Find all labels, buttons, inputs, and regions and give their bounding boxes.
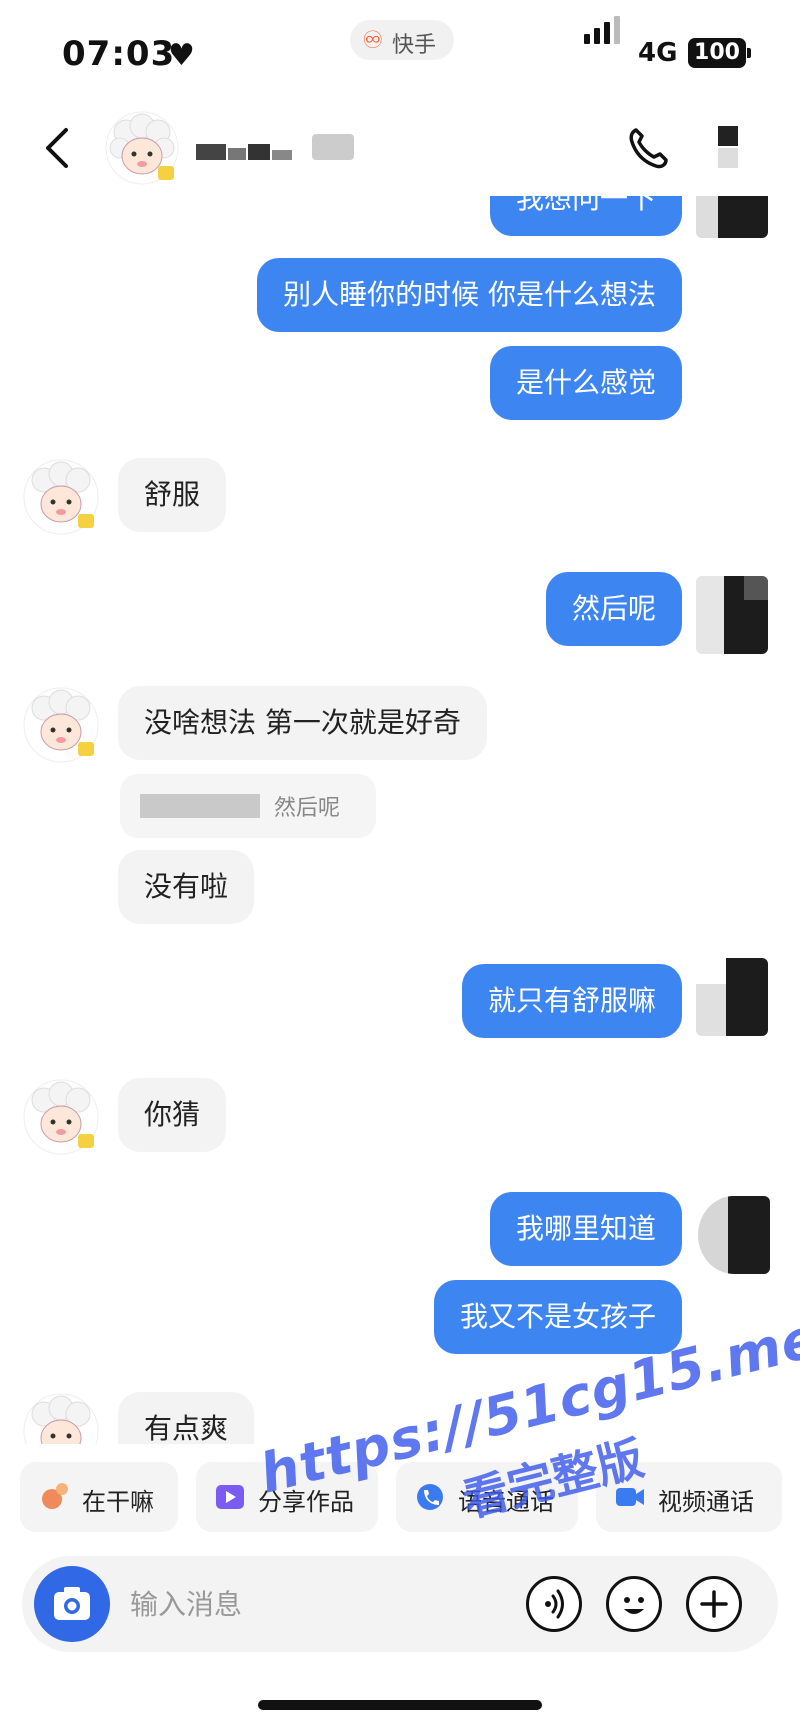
- self-avatar[interactable]: [696, 958, 768, 1036]
- battery-tip: [747, 48, 751, 58]
- message-bubble-them[interactable]: 有点爽: [118, 1392, 255, 1444]
- message-bubble-me[interactable]: 就只有舒服嘛: [461, 964, 682, 1038]
- voice-icon: [545, 1589, 564, 1619]
- camera-icon: [54, 1587, 90, 1620]
- emoji-button[interactable]: [606, 1576, 662, 1632]
- contact-avatar[interactable]: [22, 458, 100, 536]
- contact-avatar[interactable]: [22, 1078, 100, 1156]
- quick-action-label: 视频通话: [658, 1488, 754, 1516]
- voice-call-icon: [417, 1484, 443, 1510]
- contact-avatar[interactable]: [22, 686, 100, 764]
- chat-header: [0, 100, 800, 196]
- wave-icon: [42, 1483, 68, 1509]
- chevron-left-icon[interactable]: [40, 124, 76, 172]
- quick-action-label: 在干嘛: [82, 1488, 154, 1516]
- quick-action-chip[interactable]: 视频通话: [596, 1462, 782, 1532]
- message-bubble-them[interactable]: 没啥想法 第一次就是好奇: [118, 686, 487, 760]
- phone-icon[interactable]: [624, 124, 672, 172]
- video-share-icon: [216, 1485, 244, 1509]
- message-bubble-me[interactable]: 我想问一下: [489, 196, 682, 236]
- contact-avatar[interactable]: [104, 110, 180, 186]
- quoted-text: 然后呢: [274, 796, 341, 821]
- message-bubble-me[interactable]: 我哪里知道: [489, 1192, 682, 1266]
- heart-icon: ♥: [168, 38, 195, 73]
- quoted-reply[interactable]: 然后呢: [120, 774, 376, 838]
- message-bubble-me[interactable]: 我又不是女孩子: [433, 1280, 682, 1354]
- message-bubble-them[interactable]: 没有啦: [118, 850, 255, 924]
- network-type: 4G: [638, 38, 678, 68]
- self-avatar[interactable]: [696, 576, 768, 654]
- quoted-sender-redacted: [140, 794, 260, 818]
- quick-action-chip[interactable]: 在干嘛: [20, 1462, 178, 1532]
- video-call-icon: [616, 1488, 644, 1506]
- self-avatar[interactable]: [698, 1196, 770, 1274]
- emoji-icon: [624, 1597, 644, 1614]
- quick-action-label: 语音通话: [458, 1488, 554, 1516]
- message-bubble-me[interactable]: 是什么感觉: [489, 346, 682, 420]
- message-input[interactable]: [130, 1580, 430, 1628]
- message-bubble-me[interactable]: 然后呢: [545, 572, 682, 646]
- message-bubble-them[interactable]: 你猜: [118, 1078, 227, 1152]
- voice-button[interactable]: [526, 1576, 582, 1632]
- plus-button[interactable]: [686, 1576, 742, 1632]
- message-list[interactable]: 我想问一下 别人睡你的时候 你是什么想法 是什么感觉 舒服 然后呢 没啥想法 第…: [0, 196, 800, 1444]
- contact-badge: [312, 134, 354, 160]
- quick-action-bar: 在干嘛 分享作品 语音通话 视频通话: [0, 1462, 800, 1534]
- more-icon[interactable]: [716, 124, 740, 172]
- battery-level: 100: [688, 38, 746, 68]
- contact-avatar[interactable]: [22, 1392, 100, 1444]
- app-name: 快手: [392, 33, 437, 58]
- message-input-bar: [22, 1556, 778, 1652]
- quick-action-chip[interactable]: 分享作品: [196, 1462, 378, 1532]
- app-indicator[interactable]: ♾ 快手: [350, 20, 454, 60]
- message-bubble-me[interactable]: 别人睡你的时候 你是什么想法: [257, 258, 682, 332]
- message-bubble-them[interactable]: 舒服: [118, 458, 227, 532]
- quick-action-label: 分享作品: [258, 1488, 354, 1516]
- status-bar: 07:03 ♥ ♾ 快手 4G 100: [0, 0, 800, 100]
- kuaishou-logo-icon: ♾: [362, 26, 384, 54]
- home-indicator[interactable]: [258, 1700, 542, 1710]
- quick-action-chip[interactable]: 语音通话: [396, 1462, 578, 1532]
- self-avatar[interactable]: [696, 196, 768, 238]
- camera-button[interactable]: [34, 1566, 110, 1642]
- plus-icon: [700, 1590, 728, 1618]
- status-time: 07:03: [62, 34, 176, 74]
